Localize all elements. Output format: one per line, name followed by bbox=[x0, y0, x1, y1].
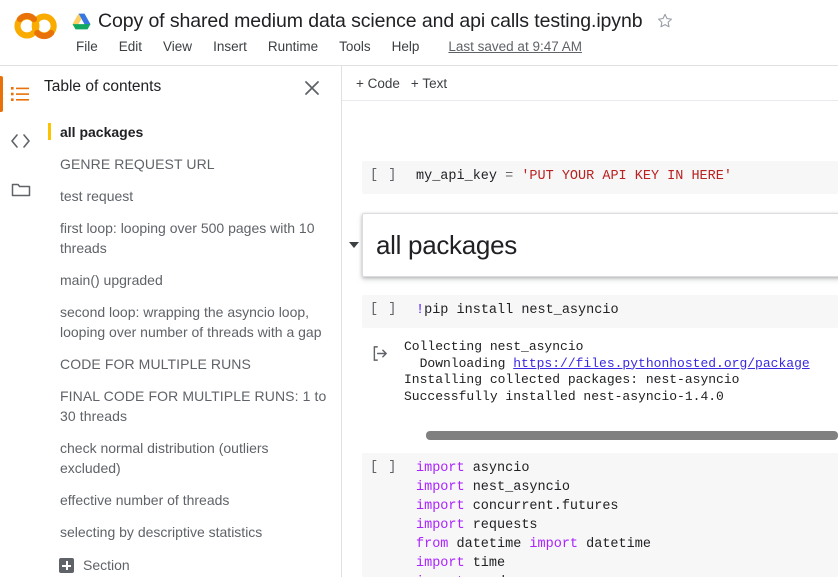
run-button-imports[interactable]: [ ] bbox=[362, 453, 416, 475]
toc-header: Table of contents bbox=[41, 66, 341, 110]
code-token-kw-0: import bbox=[416, 461, 465, 476]
toc-item-test-request[interactable]: test request bbox=[41, 180, 341, 212]
code-cell-api-key[interactable]: [ ] my_api_key = 'PUT YOUR API KEY IN HE… bbox=[362, 161, 838, 194]
table-of-contents-panel: Table of contents all packages GENRE REQ… bbox=[41, 66, 342, 577]
menu-item-tools[interactable]: Tools bbox=[339, 39, 371, 54]
toc-item-check-normal-dist[interactable]: check normal distribution (outliers excl… bbox=[41, 432, 341, 484]
menu-item-edit[interactable]: Edit bbox=[119, 39, 142, 54]
left-icon-rail bbox=[0, 66, 41, 577]
caret-down-icon[interactable] bbox=[349, 242, 359, 248]
code-token-kw-5: import bbox=[416, 556, 465, 571]
code-token-rest-4: datetime bbox=[448, 537, 530, 552]
toc-item-main-upgraded[interactable]: main() upgraded bbox=[41, 264, 341, 296]
notebook-area: + Code + Text [ ] my_api_key = 'PUT YOUR… bbox=[342, 66, 838, 577]
page-title: Copy of shared medium data science and a… bbox=[98, 9, 643, 32]
app-header: Copy of shared medium data science and a… bbox=[0, 0, 838, 66]
add-section-button[interactable]: Section bbox=[41, 548, 341, 577]
rail-item-files[interactable] bbox=[0, 169, 41, 209]
markdown-cell-all-packages[interactable]: all packages bbox=[349, 213, 838, 277]
plus-box-icon bbox=[59, 557, 74, 573]
menu-bar: File Edit View Insert Runtime Tools Help… bbox=[76, 39, 582, 54]
add-code-cell-button[interactable]: + Code bbox=[356, 76, 400, 91]
code-token-kw2-4: import bbox=[529, 537, 579, 552]
code-token-shell-bang: ! bbox=[416, 303, 425, 318]
folder-icon bbox=[11, 183, 30, 196]
star-outline-icon[interactable] bbox=[656, 12, 674, 30]
colab-logo[interactable] bbox=[13, 12, 59, 40]
output-arrow-icon[interactable] bbox=[362, 339, 404, 367]
code-token-rest-1: nest_asyncio bbox=[464, 480, 570, 495]
output-text-pip-install: Collecting nest_asyncio Downloading http… bbox=[404, 339, 810, 405]
colab-app: Copy of shared medium data science and a… bbox=[0, 0, 838, 577]
output-line-installing: Installing collected packages: nest-asyn… bbox=[404, 372, 740, 388]
toc-item-first-loop[interactable]: first loop: looping over 500 pages with … bbox=[41, 212, 341, 264]
code-token-rest-5: time bbox=[464, 556, 506, 571]
toc-item-descriptive-stats[interactable]: selecting by descriptive statistics bbox=[41, 516, 341, 548]
toc-list-icon bbox=[10, 87, 29, 101]
add-section-label: Section bbox=[83, 557, 130, 573]
toc-item-genre-request-url[interactable]: GENRE REQUEST URL bbox=[41, 148, 341, 180]
code-cell-pip-install[interactable]: [ ] !pip install nest_asyncio bbox=[362, 295, 838, 328]
last-saved-label[interactable]: Last saved at 9:47 AM bbox=[448, 39, 582, 54]
notebook-toolbar: + Code + Text bbox=[342, 66, 838, 101]
notebook-cells: [ ] my_api_key = 'PUT YOUR API KEY IN HE… bbox=[342, 101, 838, 577]
code-token-operator: = bbox=[497, 169, 522, 184]
output-line-collecting: Collecting nest_asyncio bbox=[404, 339, 584, 354]
toc-item-second-loop[interactable]: second loop: wrapping the asyncio loop, … bbox=[41, 296, 341, 348]
code-brackets-icon bbox=[11, 134, 30, 148]
close-x-glyph bbox=[305, 81, 319, 95]
menu-item-help[interactable]: Help bbox=[392, 39, 420, 54]
toc-item-all-packages[interactable]: all packages bbox=[41, 116, 341, 148]
google-drive-icon bbox=[72, 13, 91, 29]
output-horizontal-scrollbar-thumb[interactable] bbox=[426, 431, 838, 440]
toc-item-effective-threads[interactable]: effective number of threads bbox=[41, 484, 341, 516]
output-arrow-glyph bbox=[373, 346, 387, 361]
code-token-rest2-4: datetime bbox=[578, 537, 651, 552]
run-button-api-key[interactable]: [ ] bbox=[362, 161, 416, 183]
menu-item-insert[interactable]: Insert bbox=[213, 39, 247, 54]
code-token-shell-command: pip install nest_asyncio bbox=[424, 303, 619, 318]
menu-item-file[interactable]: File bbox=[76, 39, 98, 54]
rail-item-table-of-contents[interactable] bbox=[0, 74, 41, 114]
markdown-heading-text: all packages bbox=[376, 229, 517, 260]
menu-item-view[interactable]: View bbox=[163, 39, 192, 54]
code-content-pip-install[interactable]: !pip install nest_asyncio bbox=[416, 295, 619, 328]
toc-title: Table of contents bbox=[44, 78, 162, 95]
output-download-link[interactable]: https://files.pythonhosted.org/package bbox=[513, 356, 809, 371]
toc-item-final-code-multiple[interactable]: FINAL CODE FOR MULTIPLE RUNS: 1 to 30 th… bbox=[41, 380, 341, 432]
close-icon[interactable] bbox=[302, 78, 322, 98]
code-token-kw-4: from bbox=[416, 537, 449, 552]
code-token-kw-1: import bbox=[416, 480, 465, 495]
code-token-string: 'PUT YOUR API KEY IN HERE' bbox=[521, 169, 732, 184]
code-content-imports[interactable]: import asyncio import nest_asyncio impor… bbox=[416, 453, 667, 577]
code-token-rest-2: concurrent.futures bbox=[464, 499, 619, 514]
output-line-success: Successfully installed nest-asyncio-1.4.… bbox=[404, 388, 724, 404]
output-line-downloading-prefix: Downloading bbox=[404, 355, 514, 371]
run-button-pip-install[interactable]: [ ] bbox=[362, 295, 416, 317]
toc-item-code-multiple-runs[interactable]: CODE FOR MULTIPLE RUNS bbox=[41, 348, 341, 380]
add-text-cell-button[interactable]: + Text bbox=[411, 76, 447, 91]
code-token-kw-3: import bbox=[416, 518, 465, 533]
code-content-api-key[interactable]: my_api_key = 'PUT YOUR API KEY IN HERE' bbox=[416, 161, 732, 194]
code-token-kw-2: import bbox=[416, 499, 465, 514]
code-cell-imports[interactable]: [ ] import asyncio import nest_asyncio i… bbox=[362, 453, 838, 577]
output-cell-pip-install: Collecting nest_asyncio Downloading http… bbox=[362, 339, 838, 405]
menu-item-runtime[interactable]: Runtime bbox=[268, 39, 318, 54]
toc-item-list: all packages GENRE REQUEST URL test requ… bbox=[41, 116, 341, 577]
code-token-rest-3: requests bbox=[464, 518, 538, 533]
code-token-rest-0: asyncio bbox=[464, 461, 530, 476]
output-horizontal-scrollbar-track bbox=[362, 431, 838, 440]
rail-item-code-snippets[interactable] bbox=[0, 121, 41, 161]
document-title-row: Copy of shared medium data science and a… bbox=[72, 6, 674, 36]
code-token-variable: my_api_key bbox=[416, 169, 498, 184]
